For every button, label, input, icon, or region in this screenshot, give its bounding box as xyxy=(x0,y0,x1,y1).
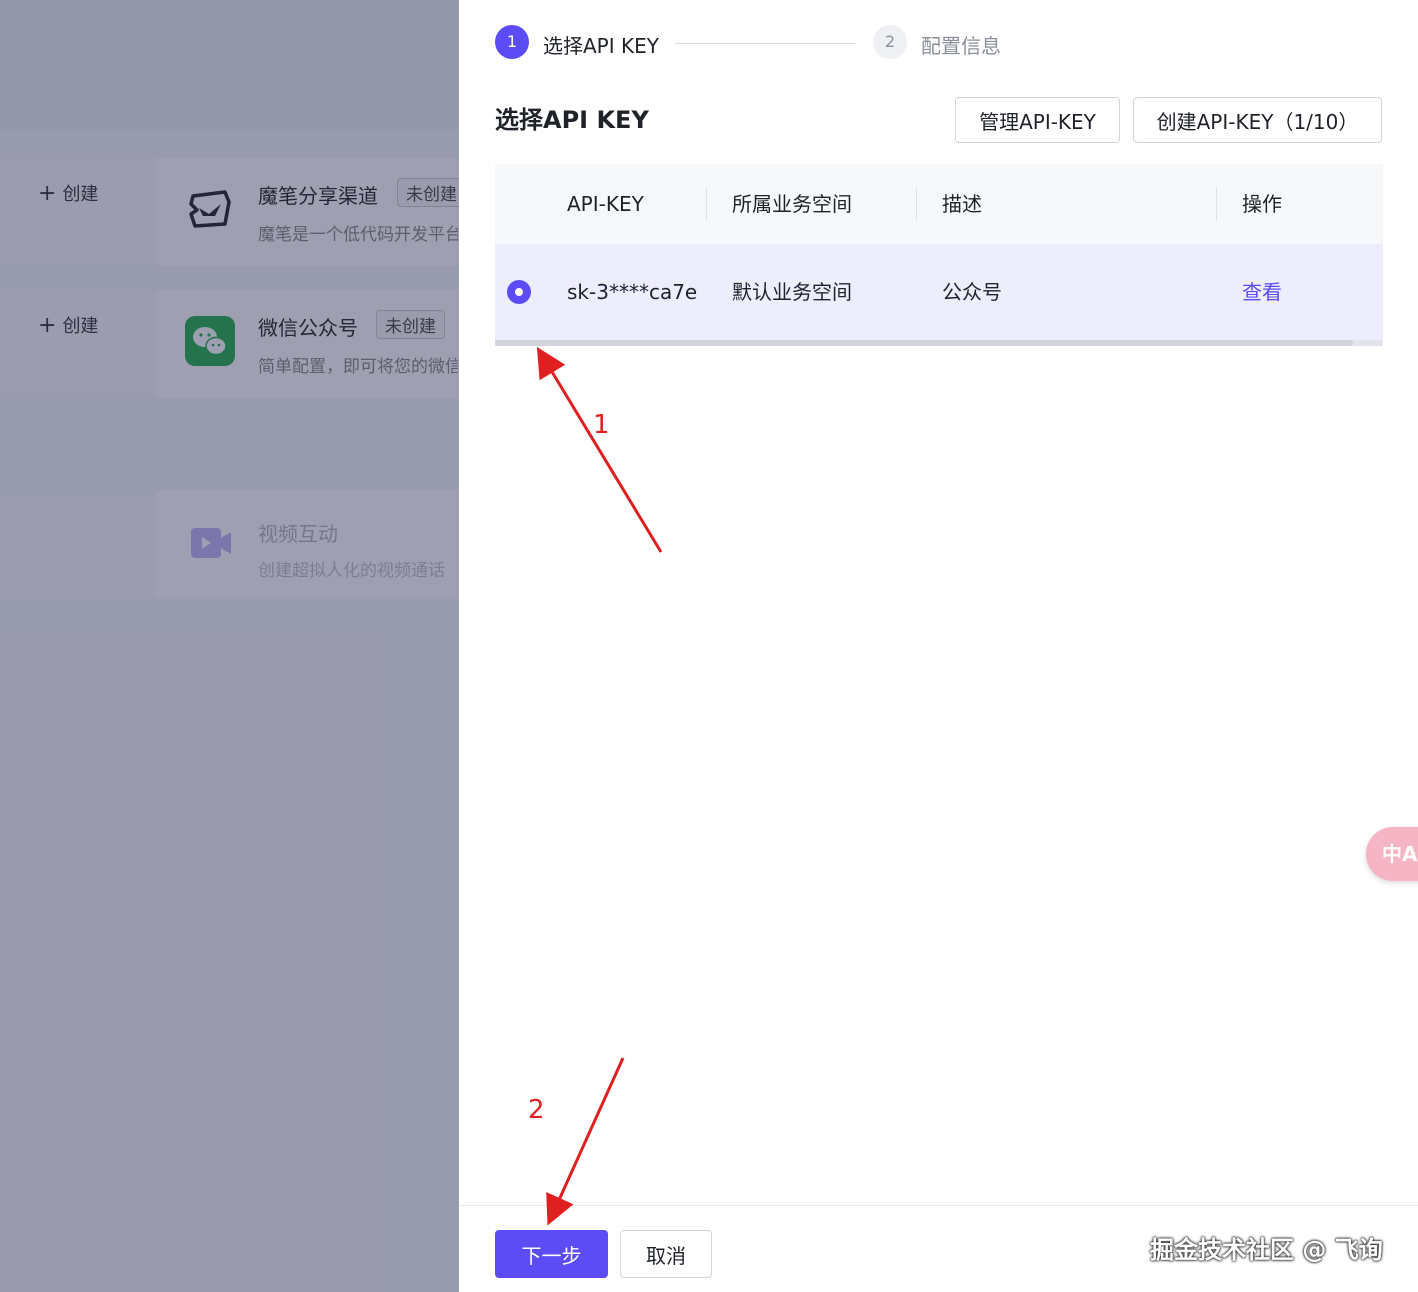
annotation-arrow-1 xyxy=(536,346,663,553)
watermark: 掘金技术社区 @ 飞询 xyxy=(1150,1236,1383,1264)
annotation-label-1: 1 xyxy=(593,410,610,440)
annotation-arrow-2 xyxy=(546,1057,625,1226)
annotation-label-2: 2 xyxy=(528,1095,545,1125)
annotation-arrows xyxy=(536,346,663,1226)
